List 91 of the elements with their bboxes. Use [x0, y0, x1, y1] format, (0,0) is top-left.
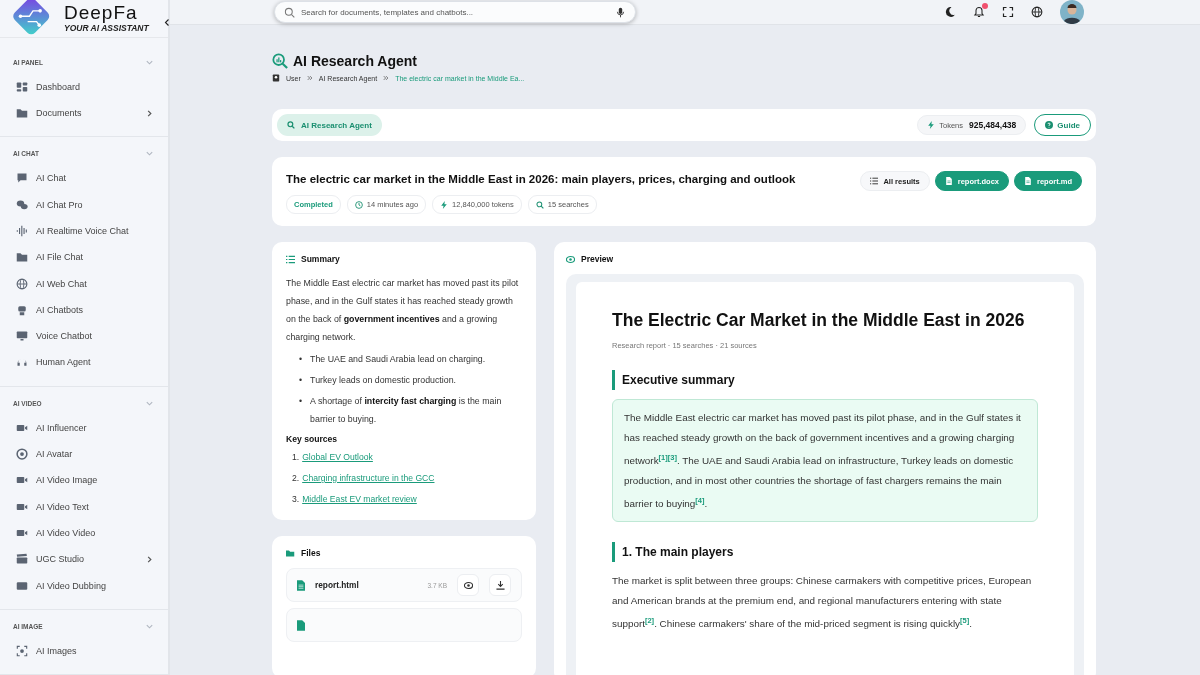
nav-item[interactable]: AI Video Dubbing: [0, 572, 168, 599]
folder-icon: [16, 107, 28, 120]
nav-item[interactable]: AI Influencer: [0, 414, 168, 441]
view-button[interactable]: [457, 574, 479, 596]
eye-icon: [566, 254, 575, 264]
bullet-marker: •: [299, 374, 303, 387]
robot-icon: [16, 303, 28, 316]
globe-icon[interactable]: [1031, 6, 1043, 18]
agent-chip[interactable]: AI Research Agent: [277, 114, 382, 136]
waveform-icon: [16, 225, 28, 237]
document-icon: [297, 579, 305, 591]
nav-item[interactable]: AI Images: [0, 637, 168, 664]
page-title: AI Research Agent: [293, 53, 417, 69]
bullet-text: The UAE and Saudi Arabia lead on charging.: [310, 353, 486, 366]
chat-bubbles-icon: [16, 198, 28, 211]
folder-icon: [16, 251, 28, 264]
section-heading: Executive summary: [612, 370, 1038, 390]
file-icon: [944, 177, 953, 185]
nav-item[interactable]: AI Chat Pro: [0, 191, 168, 218]
clapperboard-icon: [16, 553, 28, 566]
list-icon: [286, 254, 295, 264]
lightning-icon: [440, 200, 449, 209]
bullet-text: Turkey leads on domestic production.: [310, 374, 456, 387]
sources-heading: Key sources: [286, 434, 339, 444]
lightning-icon: [927, 121, 936, 129]
collapse-chevron-icon[interactable]: [164, 18, 170, 27]
download-button[interactable]: [489, 574, 511, 596]
bell-icon[interactable]: [973, 6, 985, 18]
source-link[interactable]: Middle East EV market review: [302, 492, 417, 506]
card-title: Files: [301, 548, 321, 558]
monitor-icon: [16, 330, 28, 343]
guide-button[interactable]: Guide: [1034, 114, 1091, 136]
body-paragraph: The market is split between three groups: Chinese carmakers with competitive prices, European and American brands at the premium end, and regional manufacturers entering with state support$^{[2]}$. Chinese carmakers' share of the mid-priced segment is rising quickly$^{[5]}$.: [612, 573, 1033, 631]
fullscreen-icon[interactable]: [1002, 6, 1014, 18]
nav-item[interactable]: AI Video Text: [0, 493, 168, 520]
help-icon: [1045, 121, 1054, 129]
bullet-marker: •: [299, 353, 303, 366]
user-badge-icon: [272, 74, 280, 82]
card-title: Summary: [301, 254, 340, 264]
nav-item[interactable]: AI Video Image: [0, 467, 168, 494]
list-number: 2.: [292, 472, 300, 485]
folder-icon: [286, 548, 295, 558]
brand-tagline: YOUR AI ASSISTANT: [64, 23, 149, 34]
nav-item[interactable]: AI Video Video: [0, 519, 168, 547]
list-number: 1.: [292, 451, 300, 464]
user-avatar[interactable]: [1060, 0, 1084, 24]
search-icon: [284, 6, 295, 18]
file-icon: [1024, 177, 1032, 185]
list-number: 3.: [292, 493, 300, 506]
search-chart-icon: [272, 53, 288, 69]
report-title: The electric car market in the Middle East in 2026: main players, prices, charging and outlook: [286, 173, 796, 185]
nav-item[interactable]: AI File Chat: [0, 244, 168, 271]
section-heading: 1. The main players: [612, 541, 1038, 562]
brand-name: DeepFa: [64, 3, 139, 24]
aperture-icon: [16, 448, 28, 461]
moon-icon[interactable]: [944, 6, 956, 18]
tokens-value: 925,484,438: [969, 120, 1017, 130]
document-icon: [297, 619, 305, 631]
globe-icon: [16, 277, 28, 290]
document-title: The Electric Car Market in the Middle East in 2026: [612, 310, 1026, 331]
eye-icon: [463, 580, 473, 590]
search-field[interactable]: Search for documents, templates and chatbots...: [274, 1, 636, 23]
bullet-marker: •: [299, 395, 303, 408]
separator-icon: [306, 75, 313, 81]
nav-item[interactable]: Voice Chatbot: [0, 323, 168, 350]
nav-item[interactable]: UGC Studio: [0, 546, 168, 573]
microphone-icon[interactable]: [615, 6, 626, 18]
image-frame-icon: [16, 644, 28, 657]
chat-icon: [16, 172, 28, 185]
download-icon: [495, 580, 505, 590]
search-icon: [535, 200, 544, 209]
nav-item[interactable]: Human Agent: [0, 349, 168, 376]
callout-text: The Middle East electric car market has moved past its pilot phase, and in the Gulf states it has reached steady growth on the back of government incentives and a growing charging network$^{[1][3]}$. The UAE and Saudi Arabia lead on infrastructure, Turkey leads on domestic production, and in most other countries the shortage of fast chargers remains the main barrier to buying$^{[4]}$.: [624, 411, 1022, 512]
nav-item[interactable]: AI Chat: [0, 165, 168, 192]
clock-icon: [354, 200, 363, 209]
source-link[interactable]: Charging infrastructure in the GCC: [302, 471, 435, 485]
separator-icon: [383, 75, 390, 81]
source-link[interactable]: Global EV Outlook: [302, 450, 373, 464]
nav-item[interactable]: AI Avatar: [0, 440, 168, 468]
nav-item[interactable]: AI Realtime Voice Chat: [0, 217, 168, 245]
nav-item[interactable]: Documents: [0, 99, 168, 127]
nav-item[interactable]: Dashboard: [0, 73, 168, 100]
nav-item[interactable]: AI Chatbots: [0, 296, 168, 324]
file-name: report.html: [315, 580, 360, 590]
nav-item[interactable]: AI Web Chat: [0, 270, 168, 297]
search-icon: [287, 121, 295, 129]
dashboard-icon: [16, 80, 28, 93]
list-icon: [870, 177, 879, 185]
summary-paragraph: The Middle East electric car market has moved past its pilot phase, and in the Gulf states it has reached steady growth on the back of government incentives and a growing charging network.: [286, 277, 520, 344]
card-title: Preview: [581, 254, 614, 264]
bullet-text: A shortage of intercity fast charging is the main barrier to buying.: [310, 395, 503, 426]
